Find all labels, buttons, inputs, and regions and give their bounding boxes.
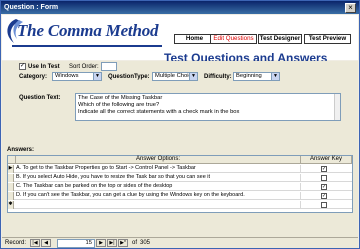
- nav-test-preview-button[interactable]: Test Preview: [304, 34, 351, 44]
- answer-key-checkbox[interactable]: ✓: [321, 184, 327, 190]
- use-in-test-label: Use In Test: [28, 64, 60, 70]
- logo-text: The Comma Method: [17, 21, 159, 40]
- chevron-down-icon[interactable]: ▼: [271, 73, 279, 80]
- form-window: Question : Form × The Comma Method Home …: [0, 0, 360, 249]
- table-row[interactable]: B. If you select Auto Hide, you have to …: [8, 174, 352, 182]
- category-label: Category:: [19, 74, 48, 80]
- difficulty-label: Difficulty:: [204, 74, 232, 80]
- table-row[interactable]: ▶ A. To get to the Taskbar Properties go…: [8, 165, 352, 173]
- question-text-label: Question Text:: [19, 95, 61, 101]
- answers-label: Answers:: [7, 147, 35, 153]
- question-line: Which of the following are true?: [78, 102, 160, 108]
- record-label: Record:: [5, 240, 27, 246]
- first-record-button[interactable]: |◀: [30, 239, 40, 247]
- record-number-input[interactable]: 15: [57, 239, 95, 248]
- title-bar: Question : Form ×: [1, 1, 359, 14]
- table-row[interactable]: D. If you can't see the Taskbar, you can…: [8, 192, 352, 200]
- last-record-button[interactable]: ▶|: [107, 239, 117, 247]
- question-form: ✓ Use In Test Sort Order: Category: Wind…: [2, 61, 358, 237]
- record-of-label: of: [132, 240, 138, 246]
- nav-home-button[interactable]: Home: [174, 34, 215, 44]
- answer-key-checkbox[interactable]: [321, 202, 327, 208]
- sort-order-input[interactable]: [101, 62, 117, 71]
- question-line: Indicate all the correct statements with…: [78, 109, 240, 115]
- answer-option-text[interactable]: A. To get to the Taskbar Properties go t…: [16, 165, 301, 173]
- row-selector[interactable]: [8, 174, 14, 182]
- answer-option-text[interactable]: C. The Taskbar can be parked on the top …: [16, 183, 301, 191]
- category-value: Windows: [55, 73, 79, 79]
- question-scrollbar[interactable]: [334, 94, 340, 120]
- chevron-down-icon[interactable]: ▼: [93, 73, 101, 80]
- table-row[interactable]: C. The Taskbar can be parked on the top …: [8, 183, 352, 191]
- window-title: Question : Form: [4, 4, 59, 11]
- answers-table: Answer Options: Answer Key ▶ A. To get t…: [7, 155, 353, 213]
- header: The Comma Method Home Edit Questions Tes…: [2, 15, 358, 65]
- record-navigator: Record: |◀ ◀ 15 ▶ ▶| ▶* of 305: [2, 237, 358, 248]
- chevron-down-icon[interactable]: ▼: [189, 73, 197, 80]
- answer-option-text[interactable]: B. If you select Auto Hide, you have to …: [16, 174, 301, 182]
- answer-option-text[interactable]: D. If you can't see the Taskbar, you can…: [16, 192, 301, 200]
- table-corner: [8, 156, 16, 164]
- column-header-key[interactable]: Answer Key: [301, 156, 352, 164]
- use-in-test-checkbox[interactable]: ✓: [19, 63, 26, 70]
- sort-order-label: Sort Order:: [69, 64, 99, 70]
- question-text-area[interactable]: The Case of the Missing Taskbar Which of…: [75, 93, 341, 121]
- answer-key-checkbox[interactable]: [321, 175, 327, 181]
- row-selector[interactable]: [8, 183, 14, 191]
- category-select[interactable]: Windows ▼: [52, 72, 102, 81]
- record-total: 305: [140, 240, 151, 246]
- column-header-options[interactable]: Answer Options:: [16, 156, 301, 164]
- prev-record-button[interactable]: ◀: [41, 239, 51, 247]
- answer-option-text[interactable]: [16, 201, 301, 209]
- difficulty-value: Beginning: [236, 73, 262, 79]
- logo: The Comma Method: [4, 17, 164, 47]
- question-line: The Case of the Missing Taskbar: [78, 95, 163, 101]
- answer-key-checkbox[interactable]: ✓: [321, 193, 327, 199]
- question-type-select[interactable]: Multiple Choice ▼: [152, 72, 198, 81]
- answer-key-checkbox[interactable]: ✓: [321, 166, 327, 172]
- nav-test-designer-button[interactable]: Test Designer: [258, 34, 302, 44]
- difficulty-select[interactable]: Beginning ▼: [233, 72, 280, 81]
- new-record-button[interactable]: ▶*: [118, 239, 128, 247]
- next-record-button[interactable]: ▶: [96, 239, 106, 247]
- row-selector[interactable]: [8, 192, 14, 200]
- row-selector[interactable]: ✱: [8, 201, 14, 209]
- table-row-new[interactable]: ✱: [8, 201, 352, 209]
- question-type-label: QuestionType:: [108, 74, 150, 80]
- row-selector[interactable]: ▶: [8, 165, 14, 173]
- close-button[interactable]: ×: [345, 2, 356, 13]
- logo-underline: [12, 45, 162, 47]
- nav-edit-questions-button[interactable]: Edit Questions: [210, 34, 257, 44]
